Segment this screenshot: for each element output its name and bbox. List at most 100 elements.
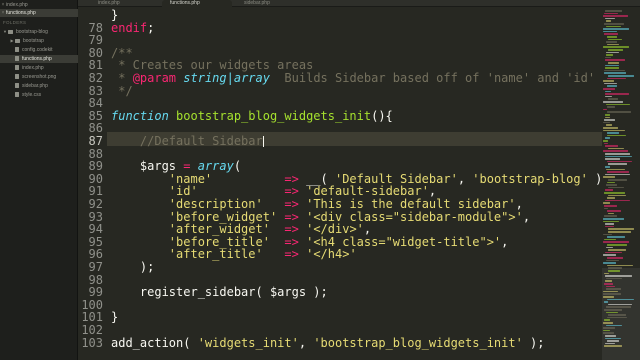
minimap-line — [604, 345, 622, 347]
code-token: bootstrap_blog_widgets_init — [176, 108, 372, 123]
minimap-line — [607, 264, 633, 267]
minimap-line — [608, 49, 623, 51]
minimap-line — [605, 225, 614, 228]
minimap-line — [603, 233, 612, 236]
code-line[interactable]: function bootstrap_blog_widgets_init(){ — [111, 108, 393, 123]
code-token: //Default Sidebar — [111, 134, 263, 148]
text-cursor — [262, 136, 264, 147]
minimap-line — [604, 12, 618, 15]
minimap-line — [604, 23, 624, 25]
code-line[interactable]: //Default Sidebar — [111, 135, 264, 148]
minimap-line — [606, 25, 621, 28]
tree-item-screenshot-png[interactable]: screenshot.png — [0, 73, 78, 81]
minimap-line — [603, 140, 608, 142]
minimap-line — [603, 28, 629, 30]
minimap-line — [604, 33, 618, 35]
minimap-line — [604, 69, 625, 72]
minimap-line — [603, 220, 619, 223]
minimap-line — [606, 311, 618, 314]
minimap-line — [608, 179, 627, 181]
minimap[interactable] — [602, 8, 640, 360]
code-token: , — [501, 234, 509, 249]
code-line[interactable]: add_action( 'widgets_init', 'bootstrap_b… — [111, 335, 545, 350]
minimap-line — [605, 337, 621, 340]
minimap-line — [604, 272, 609, 275]
minimap-line — [605, 67, 619, 69]
minimap-line — [607, 106, 615, 108]
minimap-line — [604, 215, 617, 217]
minimap-line — [605, 10, 622, 12]
code-line[interactable]: ); — [111, 261, 154, 274]
tree-item-bootstrap-blog[interactable]: ▼ bootstrap-blog — [0, 28, 78, 36]
tree-item-index-php[interactable]: index.php — [0, 64, 78, 72]
tree-item-style-css[interactable]: style.css — [0, 91, 78, 99]
minimap-line — [604, 319, 610, 321]
minimap-line — [605, 137, 610, 139]
code-token: } — [111, 310, 119, 325]
code-line[interactable]: register_sidebar( $args ); — [111, 286, 328, 299]
tab-bar: index.php functions.php sidebar.php — [78, 0, 640, 7]
open-file-index-php[interactable]: × index.php — [0, 1, 78, 9]
code-token: add_action( — [111, 335, 198, 350]
folder-icon — [15, 38, 20, 43]
minimap-line — [605, 116, 610, 119]
tab-functions-php[interactable]: functions.php — [162, 0, 232, 7]
tab-label: index.php — [98, 0, 120, 6]
code-line[interactable]: * @param string|array Builds Sidebar bas… — [111, 72, 601, 85]
minimap-line — [607, 36, 617, 38]
minimap-line — [604, 72, 626, 74]
tab-sidebar-php[interactable]: sidebar.php — [236, 0, 306, 7]
minimap-line — [605, 173, 630, 176]
minimap-line — [603, 15, 628, 17]
code-line[interactable]: endif; — [111, 21, 154, 35]
minimap-line — [606, 20, 611, 22]
minimap-line — [608, 249, 626, 251]
minimap-line — [603, 176, 615, 178]
minimap-line — [605, 335, 616, 337]
tree-item-functions-php[interactable]: functions.php — [0, 55, 78, 63]
minimap-line — [604, 192, 625, 194]
minimap-line — [608, 38, 622, 41]
minimap-line — [606, 285, 615, 288]
tree-item-config-codekit[interactable]: config.codekit — [0, 46, 78, 54]
folders-header: FOLDERS — [3, 20, 27, 25]
minimap-line — [604, 142, 608, 145]
minimap-line — [607, 85, 617, 87]
tab-label: sidebar.php — [244, 0, 270, 6]
tree-item-sidebar-php[interactable]: sidebar.php — [0, 82, 78, 90]
minimap-line — [607, 340, 619, 342]
minimap-line — [603, 327, 615, 329]
code-line[interactable]: } — [111, 311, 118, 324]
tab-label: functions.php — [170, 0, 200, 6]
open-file-label: functions.php — [6, 10, 36, 16]
minimap-line — [603, 150, 628, 152]
minimap-line — [606, 51, 619, 54]
open-file-functions-php[interactable]: × functions.php — [0, 9, 78, 17]
minimap-line — [608, 267, 622, 269]
file-icon — [15, 56, 19, 61]
minimap-line — [607, 160, 632, 163]
minimap-line — [605, 90, 611, 93]
folder-icon — [8, 29, 13, 34]
code-token: function — [111, 108, 169, 123]
code-editor[interactable]: } endif;/** * Creates our widgets areas *… — [111, 8, 601, 360]
tree-item-label: style.css — [22, 92, 42, 98]
minimap-line — [603, 101, 623, 103]
tab-index-php[interactable]: index.php — [90, 0, 160, 7]
code-line[interactable]: */ — [111, 84, 132, 98]
tree-item-label: bootstrap-blog — [16, 29, 48, 35]
minimap-line — [606, 124, 612, 126]
minimap-line — [603, 127, 618, 129]
minimap-line — [605, 199, 630, 202]
file-icon — [15, 74, 19, 79]
minimap-line — [607, 77, 626, 80]
minimap-line — [606, 54, 613, 56]
minimap-line — [603, 218, 624, 220]
minimap-line — [605, 114, 610, 116]
code-token: 'after_title' — [168, 247, 263, 262]
tree-item-bootstrap[interactable]: ▶ bootstrap — [0, 37, 78, 45]
minimap-line — [607, 111, 631, 113]
tree-item-label: functions.php — [22, 56, 52, 62]
